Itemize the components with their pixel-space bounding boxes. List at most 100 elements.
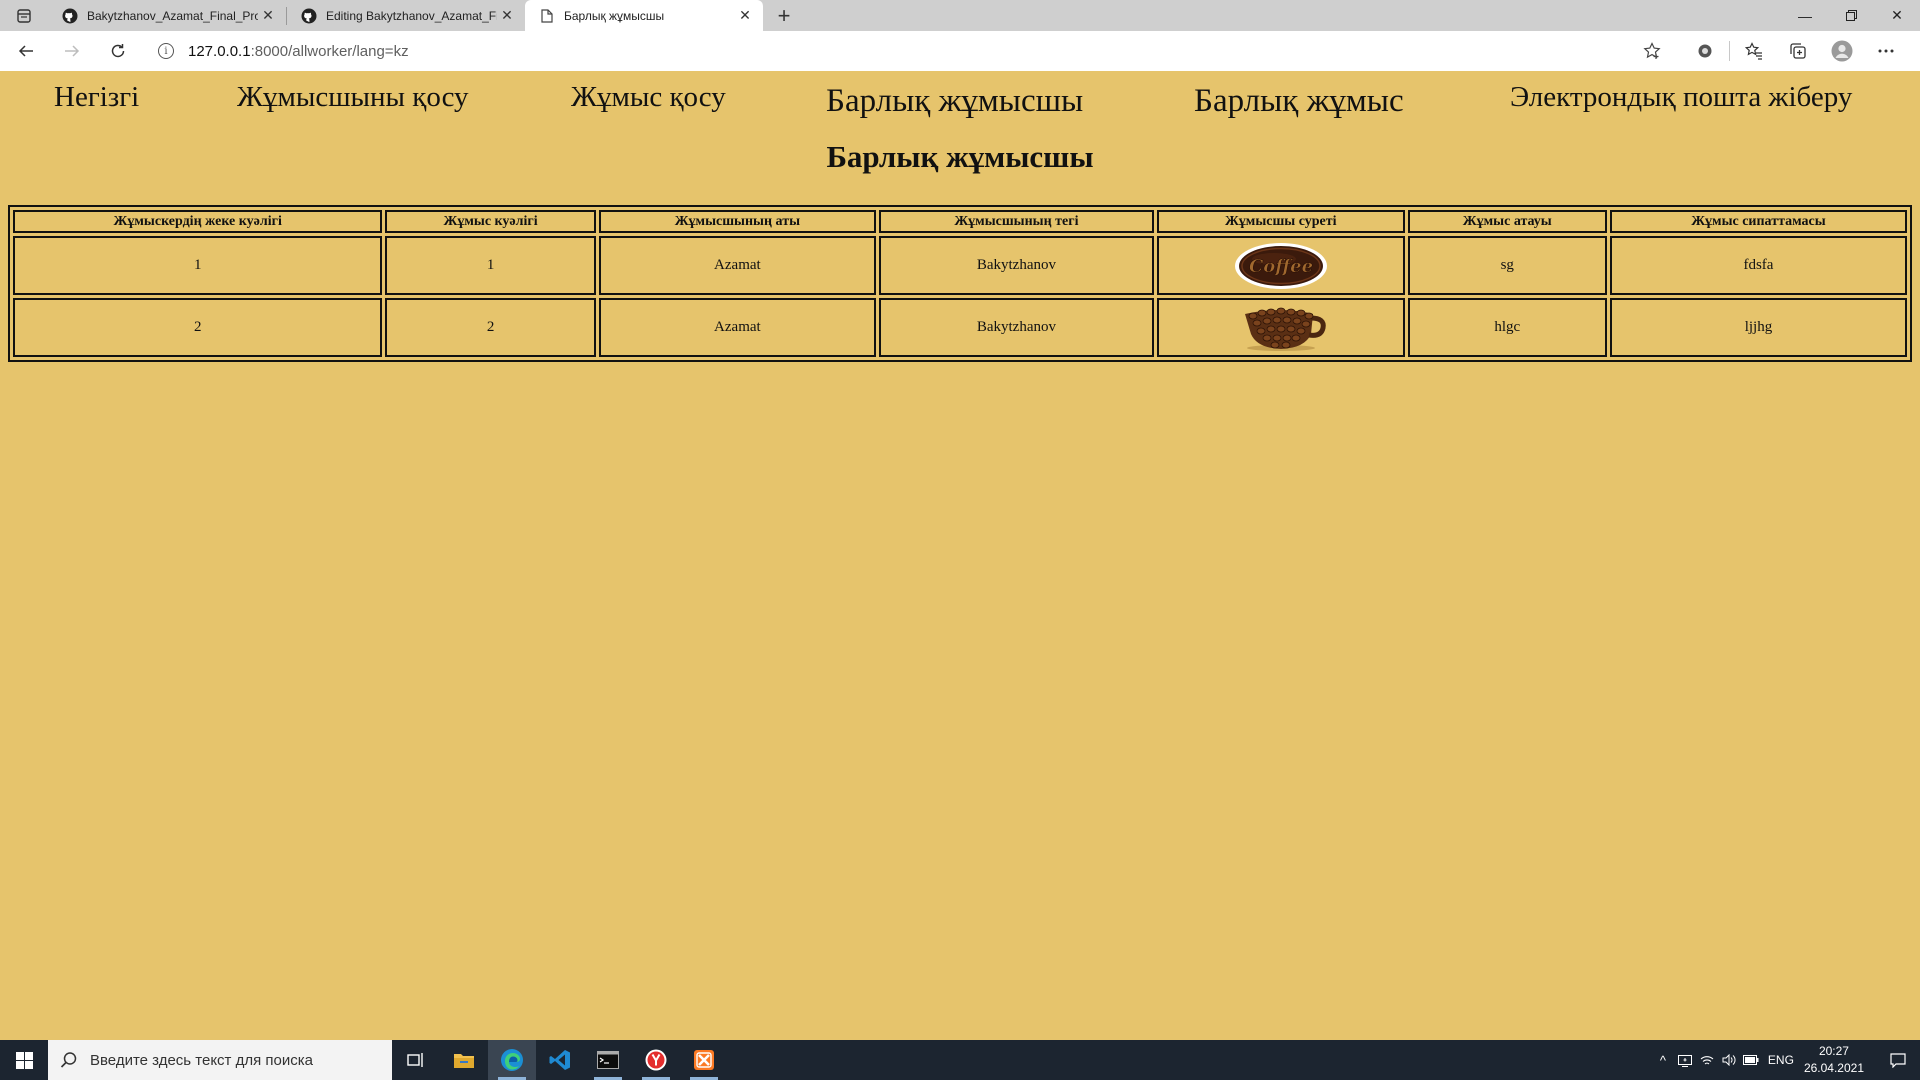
restore-icon bbox=[1845, 10, 1857, 21]
terminal-icon bbox=[597, 1051, 619, 1069]
arrow-right-icon bbox=[65, 45, 80, 57]
restore-button[interactable] bbox=[1828, 0, 1874, 31]
taskbar-edge[interactable] bbox=[488, 1040, 536, 1080]
new-tab-button[interactable]: + bbox=[767, 0, 801, 31]
tab-github-editing[interactable]: Editing Bakytzhanov_Azamat_Fin ✕ bbox=[287, 0, 525, 31]
taskbar-terminal[interactable] bbox=[584, 1040, 632, 1080]
coffee-logo-image: Coffee bbox=[1234, 242, 1327, 289]
tab-github-project[interactable]: Bakytzhanov_Azamat_Final_Proje ✕ bbox=[48, 0, 286, 31]
close-window-button[interactable]: ✕ bbox=[1874, 0, 1920, 31]
task-view-icon bbox=[407, 1053, 423, 1067]
chevron-up-icon[interactable]: ^ bbox=[1652, 1040, 1674, 1080]
refresh-icon bbox=[111, 44, 125, 58]
url-path: :8000/allworker/lang=kz bbox=[250, 42, 409, 60]
battery-icon[interactable] bbox=[1740, 1040, 1762, 1080]
cell-job-title: sg bbox=[1407, 236, 1607, 295]
yandex-browser-icon bbox=[645, 1049, 667, 1071]
vscode-icon bbox=[549, 1050, 570, 1070]
url-host: 127.0.0.1 bbox=[188, 42, 251, 60]
table-header-row: Жұмыскердің жеке куәлігі Жұмыс куәлігі Ж… bbox=[13, 210, 1907, 233]
wifi-icon[interactable] bbox=[1696, 1040, 1718, 1080]
page-content: Негізгі Жұмысшыны қосу Жұмыс қосу Барлық… bbox=[0, 71, 1920, 1040]
extension-button[interactable] bbox=[1683, 35, 1727, 67]
avatar-icon bbox=[1831, 40, 1853, 62]
search-icon bbox=[60, 1052, 77, 1068]
browser-toolbar: i 127.0.0.1:8000/allworker/lang=kz bbox=[0, 31, 1920, 71]
nav-link-add-worker[interactable]: Жұмысшыны қосу bbox=[237, 81, 469, 114]
more-icon bbox=[1878, 49, 1894, 53]
column-header-worker-id: Жұмыскердің жеке куәлігі bbox=[13, 210, 383, 233]
address-url[interactable]: 127.0.0.1:8000/allworker/lang=kz bbox=[188, 43, 409, 60]
cell-photo bbox=[1156, 298, 1405, 357]
defender-icon[interactable] bbox=[1674, 1040, 1696, 1080]
nav-link-send-email[interactable]: Электрондық пошта жіберу bbox=[1510, 81, 1852, 114]
toolbar-separator bbox=[1729, 41, 1730, 61]
site-info-icon[interactable]: i bbox=[158, 43, 174, 59]
toolbar-right bbox=[1683, 35, 1908, 67]
coffee-logo-text: Coffee bbox=[1249, 256, 1313, 277]
tab-actions-icon bbox=[17, 8, 31, 23]
nav-link-all-jobs[interactable]: Барлық жұмыс bbox=[1194, 83, 1404, 120]
collections-icon bbox=[1790, 43, 1806, 59]
nav-link-add-job[interactable]: Жұмыс қосу bbox=[571, 81, 726, 114]
nav-link-home[interactable]: Негізгі bbox=[54, 81, 139, 114]
profile-button[interactable] bbox=[1820, 35, 1864, 67]
taskbar-search-box[interactable]: Введите здесь текст для поиска bbox=[48, 1040, 392, 1080]
cell-worker-id: 2 bbox=[13, 298, 383, 357]
window-controls: — ✕ bbox=[1782, 0, 1920, 31]
browser-tab-strip: Bakytzhanov_Azamat_Final_Proje ✕ Editing… bbox=[0, 0, 1920, 31]
clock-date: 26.04.2021 bbox=[1803, 1061, 1864, 1075]
action-center-button[interactable] bbox=[1876, 1040, 1920, 1080]
cell-job-description: fdsfa bbox=[1609, 236, 1907, 295]
tab-title: Bakytzhanov_Azamat_Final_Proje bbox=[87, 8, 258, 23]
folder-icon bbox=[454, 1054, 474, 1068]
back-button[interactable] bbox=[6, 35, 46, 67]
favorites-button[interactable] bbox=[1732, 35, 1776, 67]
forward-button[interactable] bbox=[52, 35, 92, 67]
close-icon[interactable]: ✕ bbox=[497, 6, 517, 26]
page-icon bbox=[539, 8, 555, 24]
site-navigation: Негізгі Жұмысшыны қосу Жұмыс қосу Барлық… bbox=[0, 77, 1920, 127]
column-header-photo: Жұмысшы суреті bbox=[1156, 210, 1405, 233]
taskbar-yandex[interactable] bbox=[632, 1040, 680, 1080]
add-favorite-icon[interactable] bbox=[1643, 42, 1661, 60]
taskbar-file-explorer[interactable] bbox=[440, 1040, 488, 1080]
close-icon[interactable]: ✕ bbox=[258, 6, 278, 26]
refresh-button[interactable] bbox=[98, 35, 138, 67]
cell-worker-id: 1 bbox=[13, 236, 383, 295]
tab-actions-button[interactable] bbox=[0, 0, 48, 31]
system-tray: ^ ENG 20:27 26.04.2021 bbox=[1652, 1040, 1920, 1080]
volume-icon[interactable] bbox=[1718, 1040, 1740, 1080]
tab-all-workers[interactable]: Барлық жұмысшы ✕ bbox=[525, 0, 763, 31]
taskbar-clock[interactable]: 20:27 26.04.2021 bbox=[1804, 1043, 1864, 1077]
start-button[interactable] bbox=[0, 1040, 48, 1080]
github-icon bbox=[62, 8, 78, 24]
arrow-left-icon bbox=[18, 45, 33, 57]
cell-photo: Coffee bbox=[1156, 236, 1405, 295]
column-header-last-name: Жұмысшының тегі bbox=[878, 210, 1154, 233]
column-header-job-id: Жұмыс куәлігі bbox=[385, 210, 596, 233]
column-header-first-name: Жұмысшының аты bbox=[598, 210, 876, 233]
table-row: 1 1 Azamat Bakytzhanov Coffee sg fdsfa bbox=[13, 236, 1907, 295]
edge-browser-icon bbox=[501, 1049, 523, 1071]
nav-link-all-workers[interactable]: Барлық жұмысшы bbox=[826, 83, 1083, 120]
close-icon[interactable]: ✕ bbox=[735, 6, 755, 26]
search-placeholder: Введите здесь текст для поиска bbox=[90, 1051, 313, 1069]
taskbar-xampp[interactable] bbox=[680, 1040, 728, 1080]
favorites-icon bbox=[1745, 42, 1762, 60]
cell-job-title: hlgc bbox=[1407, 298, 1607, 357]
cell-first-name: Azamat bbox=[598, 298, 876, 357]
settings-more-button[interactable] bbox=[1864, 35, 1908, 67]
address-bar[interactable]: i 127.0.0.1:8000/allworker/lang=kz bbox=[146, 36, 1669, 66]
cell-first-name: Azamat bbox=[598, 236, 876, 295]
extension-icon bbox=[1698, 44, 1712, 58]
github-icon bbox=[301, 8, 317, 24]
task-view-button[interactable] bbox=[392, 1040, 440, 1080]
column-header-job-title: Жұмыс атауы bbox=[1407, 210, 1607, 233]
taskbar-vscode[interactable] bbox=[536, 1040, 584, 1080]
minimize-button[interactable]: — bbox=[1782, 0, 1828, 31]
cell-last-name: Bakytzhanov bbox=[878, 298, 1154, 357]
collections-button[interactable] bbox=[1776, 35, 1820, 67]
cell-job-id: 1 bbox=[385, 236, 596, 295]
input-language-indicator[interactable]: ENG bbox=[1768, 1053, 1794, 1067]
